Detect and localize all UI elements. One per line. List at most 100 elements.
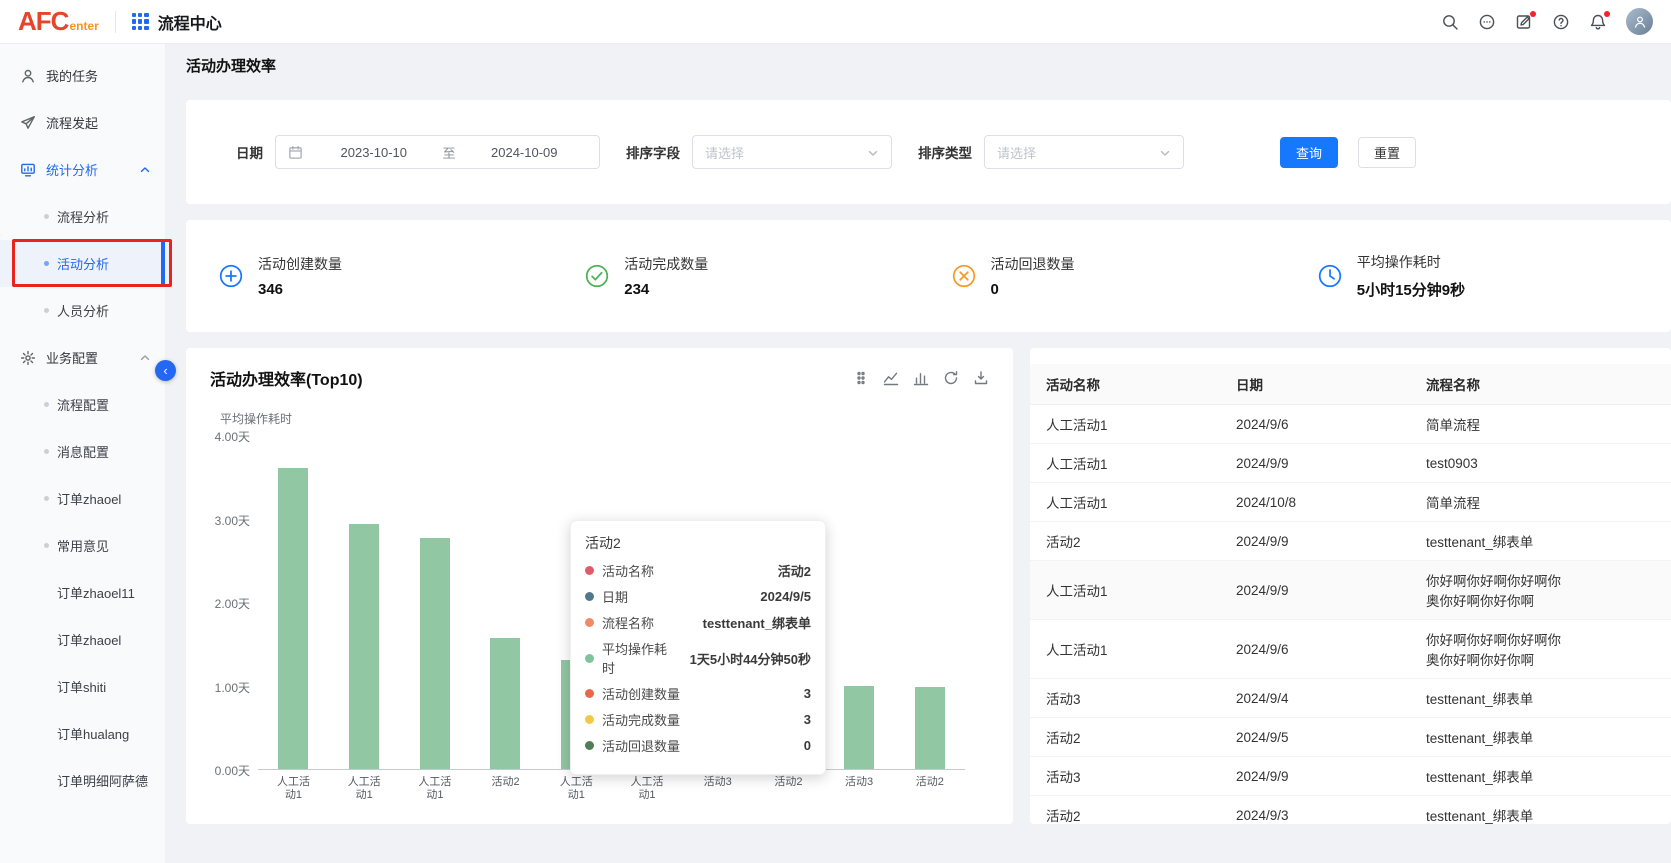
sort-field-select[interactable]: 请选择 <box>692 135 892 169</box>
restore-icon[interactable] <box>943 370 959 386</box>
notification-badge <box>1604 11 1610 17</box>
stat-label: 平均操作耗时 <box>1357 252 1465 272</box>
series-dot <box>585 689 594 698</box>
stat-label: 活动创建数量 <box>258 254 342 274</box>
sidebar-item-业务配置[interactable]: 业务配置 <box>0 334 165 381</box>
chart-title: 活动办理效率(Top10) <box>210 366 363 390</box>
bullet-dot <box>44 449 49 454</box>
sidebar-subitem-订单zhaoel[interactable]: 订单zhaoel <box>0 616 165 663</box>
avatar[interactable] <box>1626 8 1653 35</box>
table-cell: 简单流程 <box>1410 405 1671 444</box>
stat-text: 平均操作耗时5小时15分钟9秒 <box>1357 252 1465 300</box>
sidebar-subitem-label: 流程配置 <box>57 395 109 414</box>
x-axis-tick-label: 人工活动1 <box>329 776 400 802</box>
edit-note-icon[interactable] <box>1515 13 1533 31</box>
sidebar-subitem-订单明细阿萨德[interactable]: 订单明细阿萨德 <box>0 757 165 804</box>
date-end-value[interactable]: 2024-10-09 <box>462 145 588 160</box>
sidebar-subitem-label: 常用意见 <box>57 536 109 555</box>
sidebar-subitem-订单zhaoel[interactable]: 订单zhaoel <box>0 475 165 522</box>
search-icon[interactable] <box>1441 13 1459 31</box>
chart-bar[interactable] <box>349 524 379 769</box>
sidebar-subitem-人员分析[interactable]: 人员分析 <box>0 287 165 334</box>
y-axis-tick-label: 1.00天 <box>186 679 250 696</box>
chart-bar[interactable] <box>278 468 308 769</box>
sidebar-subitem-活动分析[interactable]: 活动分析 <box>0 240 165 287</box>
sidebar-subitem-订单zhaoel11[interactable]: 订单zhaoel11 <box>0 569 165 616</box>
table-header-cell: 流程名称 <box>1410 364 1671 405</box>
sidebar-subitem-label: 订单zhaoel11 <box>57 583 135 602</box>
tooltip-label: 活动名称 <box>602 561 654 580</box>
x-axis-tick-label: 人工活动1 <box>258 776 329 802</box>
tooltip-row: 活动创建数量3 <box>585 684 811 703</box>
tooltip-row: 活动完成数量3 <box>585 710 811 729</box>
table-cell: 人工活动1 <box>1030 483 1220 522</box>
y-axis-tick-label: 2.00天 <box>186 595 250 612</box>
content-row: 活动办理效率(Top10) 平均操作耗时 4.00天3.00天2.00天1.00… <box>186 348 1671 824</box>
table-cell: 活动2 <box>1030 718 1220 757</box>
reset-button[interactable]: 重置 <box>1358 137 1416 168</box>
stat-text: 活动创建数量346 <box>258 254 342 298</box>
stat-clock: 平均操作耗时5小时15分钟9秒 <box>1295 252 1661 300</box>
chart-bar[interactable] <box>915 687 945 769</box>
tooltip-title: 活动2 <box>585 533 811 553</box>
query-button[interactable]: 查询 <box>1280 137 1338 168</box>
apps-grid-icon[interactable] <box>132 13 149 30</box>
sidebar-item-label: 我的任务 <box>46 66 98 85</box>
sidebar-item-流程发起[interactable]: 流程发起 <box>0 99 165 146</box>
help-icon[interactable] <box>1552 13 1570 31</box>
date-range-picker[interactable]: 2023-10-10 至 2024-10-09 <box>275 135 600 169</box>
stat-text: 活动完成数量234 <box>624 254 708 298</box>
table-cell: 2024/9/9 <box>1220 444 1410 483</box>
sidebar-subitem-流程分析[interactable]: 流程分析 <box>0 193 165 240</box>
topbar: AFCenter 流程中心 <box>0 0 1671 44</box>
sort-field-label: 排序字段 <box>626 142 680 162</box>
download-icon[interactable] <box>973 370 989 386</box>
notification-icon[interactable] <box>1589 13 1607 31</box>
sidebar-item-统计分析[interactable]: 统计分析 <box>0 146 165 193</box>
stat-label: 活动完成数量 <box>624 254 708 274</box>
activity-table-card: 活动名称日期流程名称 人工活动12024/9/6简单流程人工活动12024/9/… <box>1030 348 1671 824</box>
sidebar-item-我的任务[interactable]: 我的任务 <box>0 52 165 99</box>
chart-bar[interactable] <box>490 638 520 769</box>
sidebar-collapse-button[interactable]: ‹ <box>155 360 176 381</box>
sidebar-menu: 我的任务流程发起统计分析流程分析活动分析人员分析业务配置流程配置消息配置订单zh… <box>0 44 165 804</box>
sidebar-subitem-label: 消息配置 <box>57 442 109 461</box>
sort-type-label: 排序类型 <box>918 142 972 162</box>
table-cell: testtenant_绑表单 <box>1410 796 1671 825</box>
calendar-icon <box>288 145 303 160</box>
main-content: 活动办理效率 日期 2023-10-10 至 2024-10-09 排序字段 请… <box>166 44 1671 863</box>
stat-close-circle: 活动回退数量0 <box>929 254 1295 298</box>
chart-bar[interactable] <box>420 538 450 769</box>
app-logo[interactable]: AFCenter <box>18 6 99 37</box>
table-header-row: 活动名称日期流程名称 <box>1030 364 1671 405</box>
notification-badge <box>1530 11 1536 17</box>
table-row: 人工活动12024/9/6简单流程 <box>1030 405 1671 444</box>
stat-plus-circle: 活动创建数量346 <box>196 254 562 298</box>
sort-type-select[interactable]: 请选择 <box>984 135 1184 169</box>
date-label: 日期 <box>236 142 263 162</box>
chart-bar[interactable] <box>844 686 874 770</box>
sidebar-subitem-消息配置[interactable]: 消息配置 <box>0 428 165 475</box>
y-axis-tick-label: 4.00天 <box>186 428 250 445</box>
sidebar-subitem-订单hualang[interactable]: 订单hualang <box>0 710 165 757</box>
table-cell: 人工活动1 <box>1030 444 1220 483</box>
x-axis-tick-label: 活动3 <box>682 776 753 789</box>
bar-chart-icon[interactable] <box>913 370 929 386</box>
bullet-dot <box>44 308 49 313</box>
sidebar-subitem-label: 订单zhaoel <box>57 630 121 649</box>
divider <box>115 11 116 33</box>
ai-assistant-icon[interactable] <box>1478 13 1496 31</box>
table-cell: 2024/9/6 <box>1220 620 1410 679</box>
tooltip-row: 活动名称活动2 <box>585 561 811 580</box>
sidebar-subitem-流程配置[interactable]: 流程配置 <box>0 381 165 428</box>
date-start-value[interactable]: 2023-10-10 <box>311 145 437 160</box>
sidebar-subitem-订单shiti[interactable]: 订单shiti <box>0 663 165 710</box>
table-cell: testtenant_绑表单 <box>1410 679 1671 718</box>
table-row: 人工活动12024/10/8简单流程 <box>1030 483 1671 522</box>
tooltip-value: testtenant_绑表单 <box>689 613 811 632</box>
data-view-icon[interactable] <box>853 370 869 386</box>
tooltip-value: 3 <box>790 686 811 701</box>
sidebar-subitem-常用意见[interactable]: 常用意见 <box>0 522 165 569</box>
table-row: 活动32024/9/4testtenant_绑表单 <box>1030 679 1671 718</box>
line-chart-icon[interactable] <box>883 370 899 386</box>
